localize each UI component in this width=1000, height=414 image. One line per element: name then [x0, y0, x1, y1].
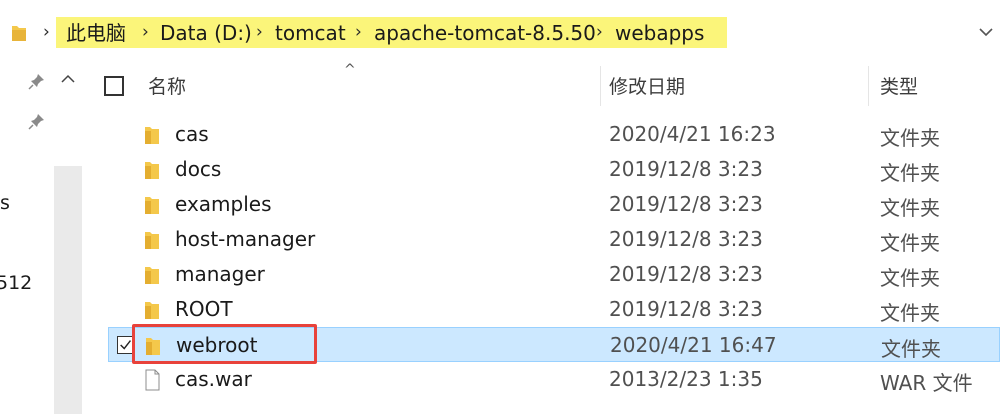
chevron-right-icon[interactable]: ›: [256, 22, 263, 42]
file-type: 文件夹: [881, 337, 941, 361]
pin-icon[interactable]: [28, 72, 46, 90]
file-row[interactable]: cas 2020/4/21 16:23 文件夹: [82, 117, 1000, 152]
file-modified-date: 2019/12/8 3:23: [609, 227, 763, 251]
nav-item-label[interactable]: s: [0, 192, 10, 214]
file-row[interactable]: cas.war 2013/2/23 1:35 WAR 文件: [82, 362, 1000, 397]
file-modified-date: 2020/4/21 16:23: [609, 122, 776, 146]
file-name[interactable]: examples: [175, 192, 272, 216]
file-name[interactable]: manager: [175, 262, 265, 286]
column-divider[interactable]: [868, 66, 869, 106]
chevron-right-icon[interactable]: ›: [596, 22, 603, 42]
column-name-header[interactable]: 名称: [148, 72, 186, 99]
chevron-down-icon[interactable]: [978, 24, 994, 40]
address-bar[interactable]: › 此电脑 › Data (D:) › tomcat › apache-tomc…: [0, 0, 1000, 66]
breadcrumb-drive-d[interactable]: Data (D:): [160, 20, 252, 46]
file-modified-date: 2019/12/8 3:23: [609, 262, 763, 286]
breadcrumb-tomcat[interactable]: tomcat: [275, 20, 346, 46]
folder-icon: [145, 162, 159, 179]
folder-icon: [145, 232, 159, 249]
annotation-highlight-box: [132, 324, 317, 364]
file-modified-date: 2020/4/21 16:47: [610, 333, 777, 357]
folder-icon: [145, 267, 159, 284]
file-row[interactable]: examples 2019/12/8 3:23 文件夹: [82, 187, 1000, 222]
file-name[interactable]: cas.war: [175, 367, 252, 391]
file-type: 文件夹: [880, 301, 940, 325]
pin-icon[interactable]: [28, 112, 46, 130]
file-type: 文件夹: [880, 126, 940, 150]
file-icon: [145, 369, 160, 391]
file-row[interactable]: host-manager 2019/12/8 3:23 文件夹: [82, 222, 1000, 257]
file-row[interactable]: manager 2019/12/8 3:23 文件夹: [82, 257, 1000, 292]
breadcrumb-apache-tomcat[interactable]: apache-tomcat-8.5.50: [374, 20, 596, 46]
chevron-right-icon[interactable]: ›: [43, 22, 50, 42]
nav-scrollbar[interactable]: [54, 166, 82, 414]
file-modified-date: 2019/12/8 3:23: [609, 157, 763, 181]
breadcrumb-this-pc[interactable]: 此电脑: [66, 20, 126, 46]
navigation-pane[interactable]: s 512: [0, 66, 82, 414]
file-row[interactable]: docs 2019/12/8 3:23 文件夹: [82, 152, 1000, 187]
folder-icon: [145, 302, 159, 319]
file-modified-date: 2013/2/23 1:35: [609, 367, 763, 391]
file-name[interactable]: ROOT: [175, 297, 233, 321]
breadcrumb-webapps[interactable]: webapps: [615, 20, 704, 46]
chevron-right-icon[interactable]: ›: [142, 22, 149, 42]
chevron-right-icon[interactable]: ›: [355, 22, 362, 42]
file-row[interactable]: ROOT 2019/12/8 3:23 文件夹: [82, 292, 1000, 327]
scroll-up-icon[interactable]: [58, 69, 78, 89]
nav-item-label[interactable]: 512: [0, 272, 32, 294]
file-type: 文件夹: [880, 231, 940, 255]
file-type: WAR 文件: [880, 371, 973, 395]
column-divider[interactable]: [600, 66, 601, 106]
file-type: 文件夹: [880, 161, 940, 185]
file-modified-date: 2019/12/8 3:23: [609, 297, 763, 321]
file-type: 文件夹: [880, 196, 940, 220]
column-type-header[interactable]: 类型: [880, 72, 918, 99]
folder-icon: [145, 197, 159, 214]
file-name[interactable]: cas: [175, 122, 209, 146]
folder-icon: [145, 127, 159, 144]
column-date-header[interactable]: 修改日期: [609, 72, 685, 99]
folder-icon: [12, 26, 26, 41]
file-name[interactable]: host-manager: [175, 227, 315, 251]
file-name[interactable]: docs: [175, 157, 221, 181]
sort-ascending-icon: ^: [344, 62, 356, 78]
column-header: ^ 名称 修改日期 类型: [82, 62, 1000, 106]
file-type: 文件夹: [880, 266, 940, 290]
file-modified-date: 2019/12/8 3:23: [609, 192, 763, 216]
select-all-checkbox[interactable]: [104, 76, 124, 96]
